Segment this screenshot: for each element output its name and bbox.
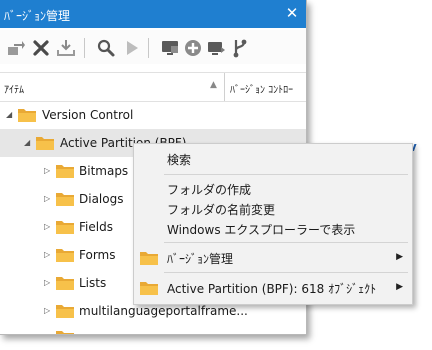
toolbar: [0, 30, 306, 64]
tree-label: Version Control: [42, 108, 134, 122]
tree-label: Dialogs: [79, 192, 124, 206]
menu-item-label: Active Partition (BPF): 618 ｵﾌﾞｼﾞｪｸﾄ: [167, 282, 377, 296]
tree-row-version-control[interactable]: ◢ Version Control: [0, 101, 306, 129]
folder-icon: [56, 191, 74, 206]
tree-label: multilanguageportalframe...: [79, 304, 248, 318]
folder-icon: [56, 329, 74, 334]
expand-icon[interactable]: ▷: [44, 194, 52, 204]
folder-icon: [140, 250, 158, 265]
delete-icon[interactable]: [31, 38, 51, 58]
folder-icon: [56, 247, 74, 262]
context-menu: 検索 フォルダの作成 フォルダの名前変更 Windows エクスプローラーで表示…: [133, 143, 413, 305]
menu-separator: [164, 242, 408, 243]
menu-item-search[interactable]: 検索: [134, 148, 412, 170]
menu-separator: [164, 174, 408, 175]
menu-item-create-folder[interactable]: フォルダの作成: [134, 178, 412, 200]
search-icon[interactable]: [96, 38, 116, 58]
import-icon[interactable]: [56, 38, 76, 58]
tree-label: Fields: [79, 220, 113, 234]
toolbar-separator: [84, 38, 85, 58]
close-icon[interactable]: ✕: [284, 4, 300, 22]
column-divider[interactable]: [224, 73, 225, 101]
menu-item-label: フォルダの名前変更: [167, 203, 276, 217]
folder-icon: [36, 135, 54, 150]
menu-item-show-in-explorer[interactable]: Windows エクスプローラーで表示: [134, 218, 412, 240]
window-title: ﾊﾞｰｼﾞｮﾝ管理: [4, 9, 71, 23]
expand-icon[interactable]: ▷: [44, 166, 52, 176]
expand-icon[interactable]: ▷: [44, 278, 52, 288]
menu-item-rename-folder[interactable]: フォルダの名前変更: [134, 198, 412, 220]
collapse-icon[interactable]: ◢: [24, 138, 32, 148]
folder-icon: [18, 107, 36, 122]
submenu-arrow-icon: ▶: [396, 252, 403, 262]
run-icon[interactable]: [122, 38, 142, 58]
menu-separator: [164, 272, 408, 273]
menu-item-label: ﾊﾞｰｼﾞｮﾝ管理: [167, 252, 234, 266]
console-icon[interactable]: [160, 38, 180, 58]
folder-icon: [56, 275, 74, 290]
expand-icon[interactable]: ▷: [44, 222, 52, 232]
folder-icon: [56, 303, 74, 318]
add-icon[interactable]: [183, 38, 203, 58]
submenu-arrow-icon: ▶: [396, 282, 403, 292]
deploy-icon[interactable]: [206, 38, 226, 58]
folder-icon: [56, 219, 74, 234]
column-version-control[interactable]: ﾊﾞｰｼﾞｮﾝ ｺﾝﾄﾛｰ: [230, 81, 293, 96]
expand-icon[interactable]: ▷: [44, 250, 52, 260]
toolbar-separator: [148, 38, 149, 58]
column-item[interactable]: ｱｲﾃﾑ: [4, 81, 24, 96]
title-bar[interactable]: ﾊﾞｰｼﾞｮﾝ管理 ✕: [0, 0, 306, 28]
tree-label: Forms: [79, 248, 116, 262]
sort-up-icon: ▲: [210, 80, 217, 90]
collapse-icon[interactable]: ◢: [6, 110, 14, 120]
folder-icon: [140, 280, 158, 295]
menu-item-label: Windows エクスプローラーで表示: [167, 223, 356, 237]
expand-icon[interactable]: ▷: [44, 306, 52, 316]
tree-label: Lists: [79, 276, 107, 290]
column-header: ｱｲﾃﾑ ▲ ﾊﾞｰｼﾞｮﾝ ｺﾝﾄﾛｰ: [0, 72, 306, 102]
menu-item-label: フォルダの作成: [167, 183, 252, 197]
folder-icon: [56, 163, 74, 178]
menu-item-label: 検索: [167, 153, 192, 167]
branch-icon[interactable]: [230, 38, 250, 58]
checkout-icon[interactable]: [6, 38, 26, 58]
menu-item-version-control[interactable]: ﾊﾞｰｼﾞｮﾝ管理 ▶: [134, 247, 412, 269]
tree-label: Bitmaps: [79, 164, 129, 178]
menu-item-active-partition[interactable]: Active Partition (BPF): 618 ｵﾌﾞｼﾞｪｸﾄ ▶: [134, 277, 412, 299]
tree-row-partial[interactable]: [0, 325, 306, 334]
